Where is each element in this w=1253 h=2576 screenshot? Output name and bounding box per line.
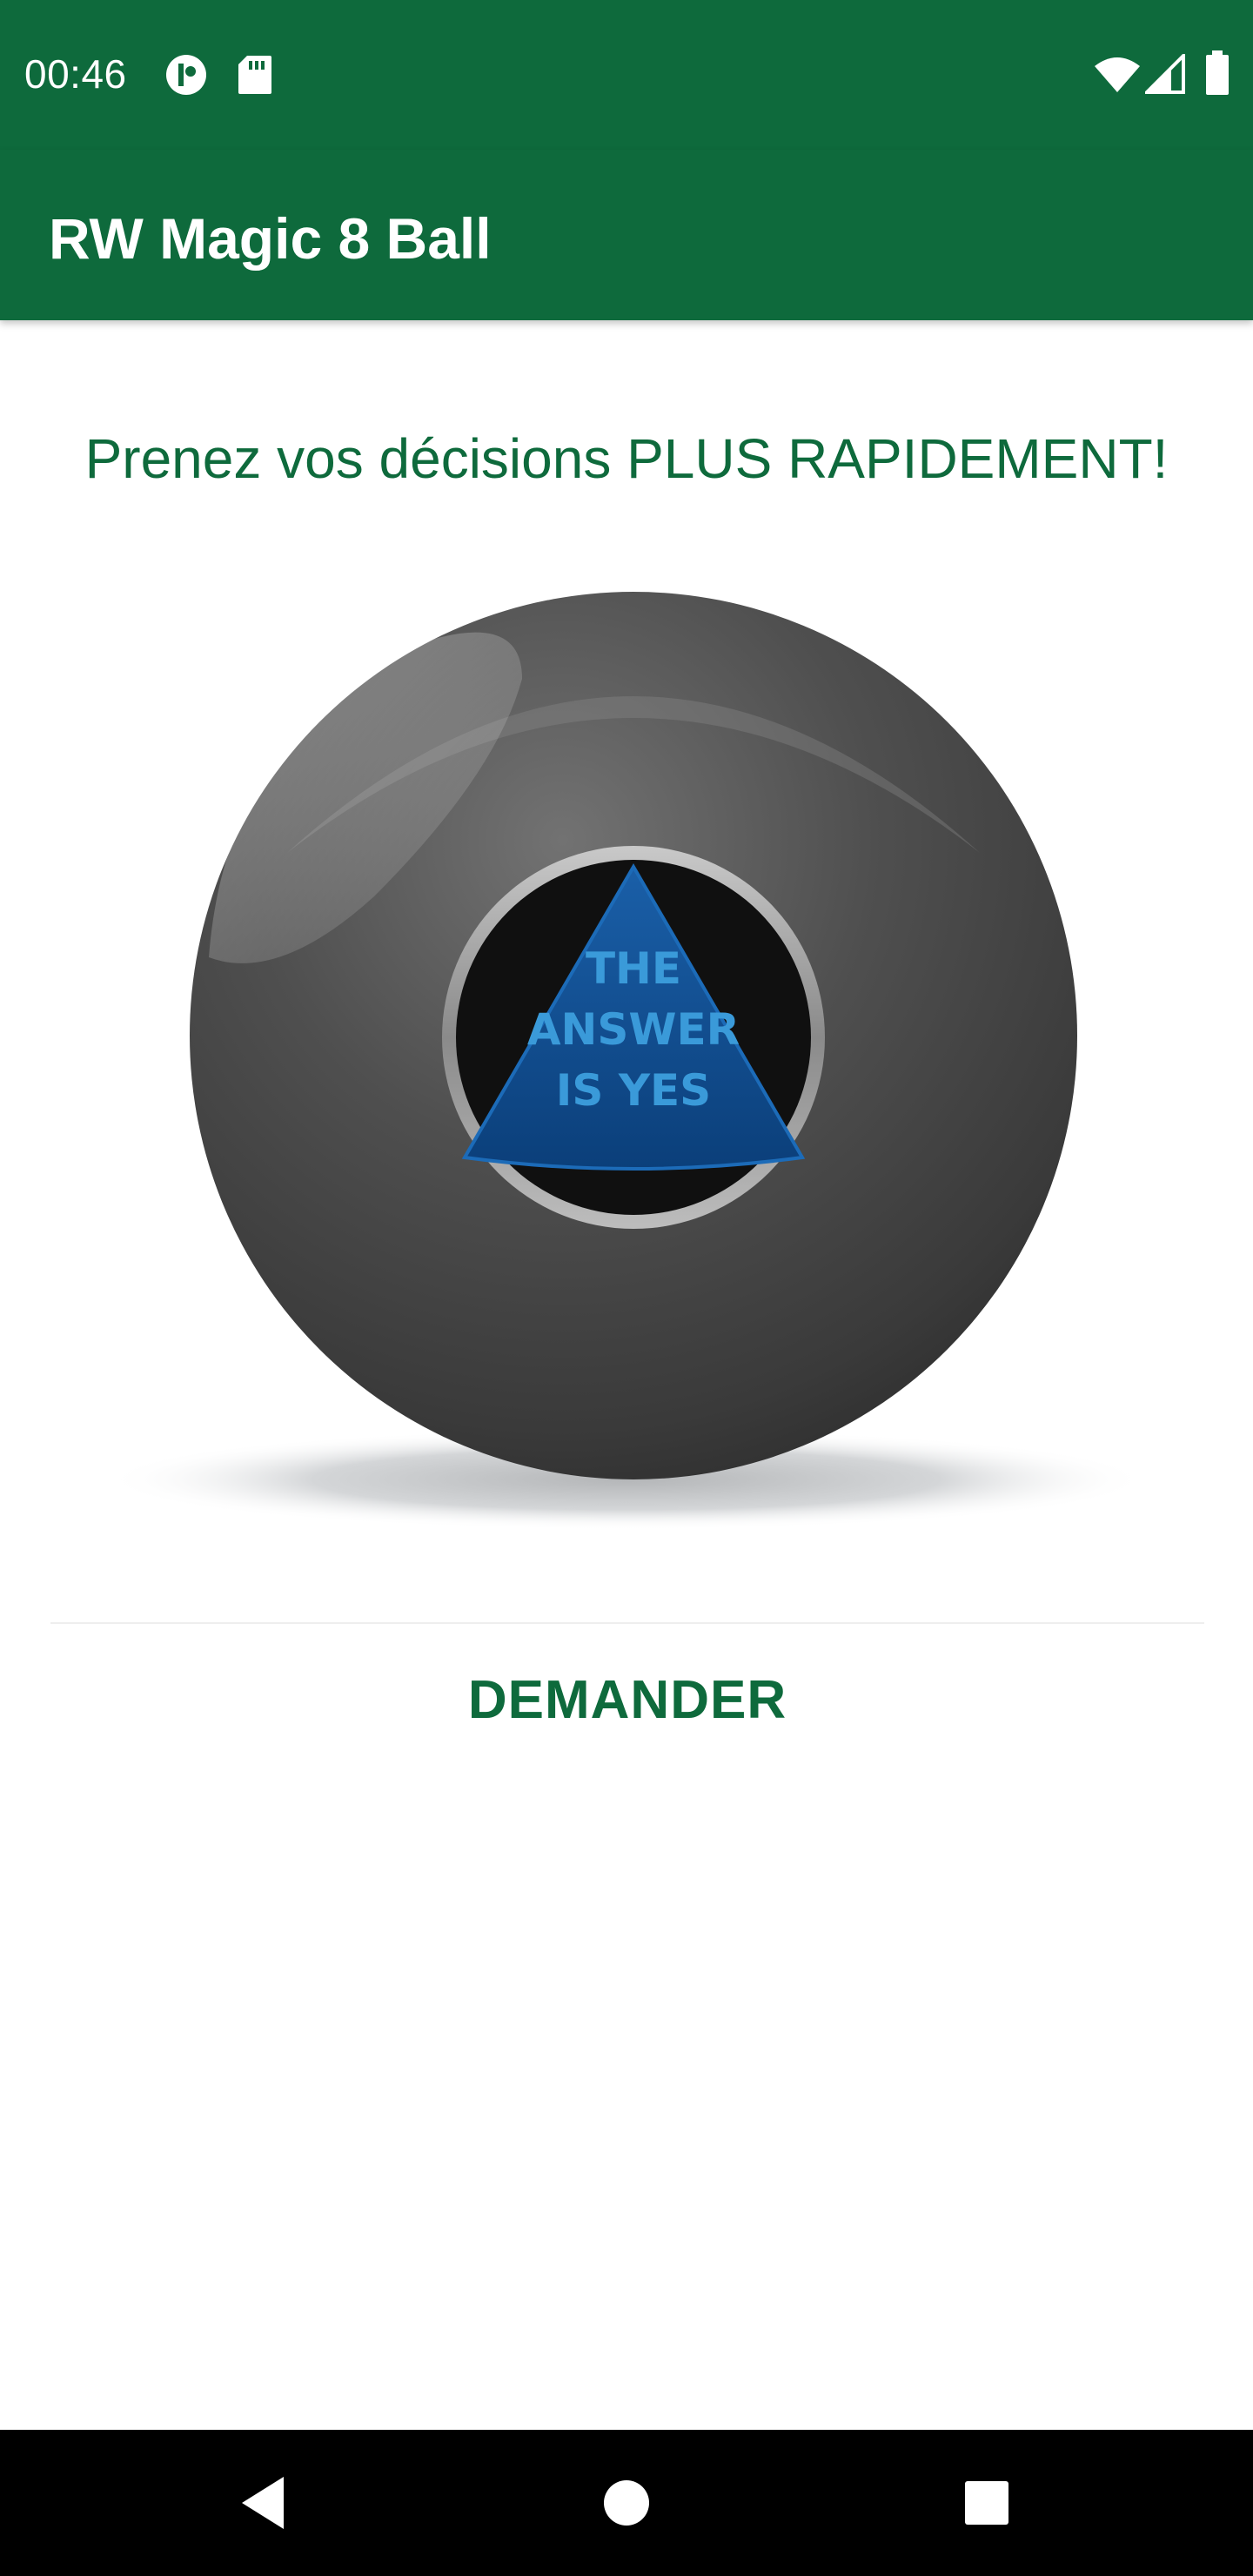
data-saver-icon <box>164 52 209 102</box>
app-title: RW Magic 8 Ball <box>49 206 492 271</box>
home-icon[interactable] <box>583 2459 670 2546</box>
status-time: 00:46 <box>24 51 127 97</box>
divider <box>50 1622 1204 1624</box>
answer-line-1: THE <box>586 943 681 994</box>
answer-line-3: IS YES <box>556 1065 711 1116</box>
cell-signal-icon <box>1142 51 1185 98</box>
magic-8-ball-image[interactable]: THE ANSWER IS YES <box>87 574 1166 1549</box>
back-icon[interactable] <box>219 2459 306 2546</box>
status-bar: 00:46 <box>0 0 1253 150</box>
battery-icon <box>1204 50 1230 100</box>
tagline: Prenez vos décisions PLUS RAPIDEMENT! <box>84 427 1169 490</box>
recents-icon[interactable] <box>943 2459 1030 2546</box>
ask-button[interactable]: DEMANDER <box>50 1626 1204 1774</box>
wifi-icon <box>1093 56 1142 98</box>
navigation-bar <box>0 2430 1253 2576</box>
sd-card-icon <box>237 54 273 100</box>
app-bar: RW Magic 8 Ball <box>0 150 1253 320</box>
answer-line-2: ANSWER <box>527 1004 740 1055</box>
